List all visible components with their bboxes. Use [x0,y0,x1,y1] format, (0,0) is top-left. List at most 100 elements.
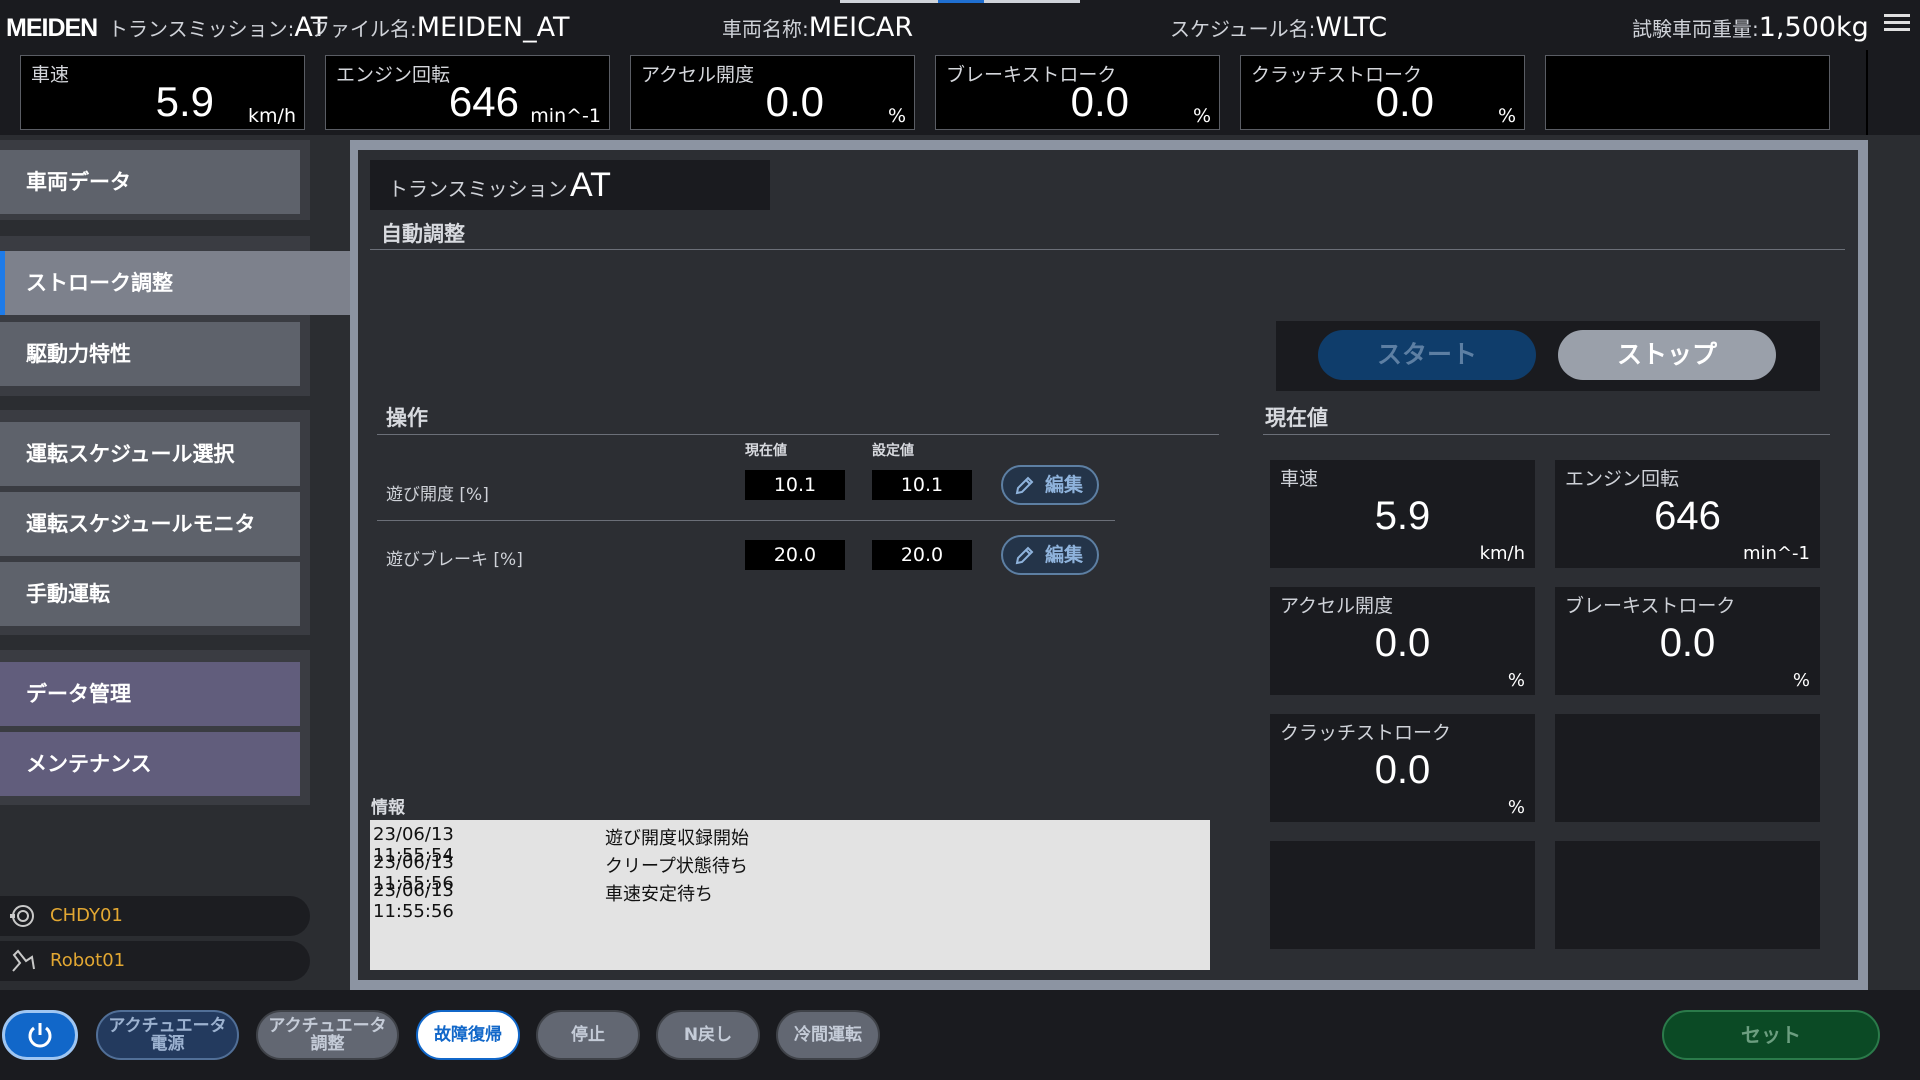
header-transmission: トランスミッション:AT [108,12,327,43]
device-chdy01[interactable]: CHDY01 [0,896,310,936]
tile-empty [1270,841,1535,949]
tile-label: ブレーキストローク [1565,595,1736,617]
header-file: ファイル名:MEIDEN_AT [310,12,569,43]
start-button[interactable]: スタート [1318,330,1536,380]
gauge-label: アクセル開度 [641,64,755,86]
tile-unit: % [1507,797,1525,818]
play-accel-set: 10.1 [872,470,972,500]
sidebar-item-vehicle-data[interactable]: 車両データ [0,150,300,214]
play-brake-label: 遊びブレーキ [%] [386,550,523,570]
tile-unit: % [1792,670,1810,691]
app-root: MEIDEN トランスミッション:AT ファイル名:MEIDEN_AT 車両名称… [0,0,1920,1080]
current-values-divider [1263,434,1830,435]
sidebar-item-drive-characteristics[interactable]: 駆動力特性 [0,322,300,386]
stop-button[interactable]: ストップ [1558,330,1776,380]
device-label: CHDY01 [50,905,123,926]
tile-label: エンジン回転 [1565,468,1680,490]
play-brake-set: 20.0 [872,540,972,570]
sidebar-item-manual-run[interactable]: 手動運転 [0,562,300,626]
gauge-accelerator: アクセル開度 0.0 % [630,55,915,130]
actuator-power-button[interactable]: アクチュエータ 電源 [96,1010,239,1060]
row-divider [377,520,1115,521]
device-label: Robot01 [50,950,126,971]
tile-unit: km/h [1479,543,1525,564]
play-brake-current: 20.0 [745,540,845,570]
tile-unit: min^-1 [1743,543,1810,564]
play-accel-edit-button[interactable]: 編集 [1001,465,1099,505]
header-accent-blue [938,0,984,3]
meiden-logo: MEIDEN [6,14,98,42]
tile-value: 0.0 [1374,748,1431,792]
sidebar-item-schedule-monitor[interactable]: 運転スケジュールモニタ [0,492,300,556]
gauge-unit: % [1497,105,1516,127]
operation-title: 操作 [386,406,428,430]
gauge-empty [1545,55,1830,130]
header-weight-value: 1,500kg [1758,12,1869,43]
play-brake-edit-button[interactable]: 編集 [1001,535,1099,575]
log-message: クリープ状態待ち [605,856,748,877]
transmission-label: トランスミッション [388,177,568,201]
transmission-value: AT [570,166,611,204]
gauge-brake-stroke: ブレーキストローク 0.0 % [935,55,1220,130]
header-vehicle-label: 車両名称: [722,17,809,41]
header-file-label: ファイル名: [310,17,417,41]
power-button[interactable] [2,1010,78,1060]
header-transmission-label: トランスミッション: [108,17,295,41]
pencil-icon [1015,476,1034,495]
gauge-unit: % [1192,105,1211,127]
tile-label: 車速 [1280,468,1319,490]
cold-run-button[interactable]: 冷間運転 [776,1010,880,1060]
log-message: 車速安定待ち [605,884,713,905]
operation-divider [377,434,1219,435]
gauge-unit: min^-1 [530,105,601,127]
tile-value: 5.9 [1374,494,1431,538]
transmission-box: トランスミッション AT [370,160,770,210]
tile-value: 0.0 [1374,621,1431,665]
auto-adjust-title: 自動調整 [381,222,465,246]
gauge-value: 646 [448,78,519,125]
fault-reset-button[interactable]: 故障復帰 [416,1010,520,1060]
gauge-value: 0.0 [765,78,824,125]
gauge-engine-rpm: エンジン回転 646 min^-1 [325,55,610,130]
tile-value: 0.0 [1659,621,1716,665]
header-schedule-label: スケジュール名: [1170,17,1316,41]
play-accel-current: 10.1 [745,470,845,500]
play-accel-label: 遊び開度 [%] [386,485,489,505]
device-robot01[interactable]: Robot01 [0,941,310,981]
sidebar-item-maintenance[interactable]: メンテナンス [0,732,300,796]
info-log[interactable]: 23/06/13 11:55:54 遊び開度収録開始 23/06/13 11:5… [370,820,1210,970]
header-weight-label: 試験車両重量: [1632,17,1759,41]
tile-empty [1555,841,1820,949]
edit-label: 編集 [1045,544,1084,566]
gauge-label: 車速 [31,64,70,86]
tile-empty [1555,714,1820,822]
robot-arm-icon [12,949,35,972]
tile-unit: % [1507,670,1525,691]
gauge-value: 0.0 [1070,78,1129,125]
sidebar-item-schedule-select[interactable]: 運転スケジュール選択 [0,422,300,486]
header-vehicle-value: MEICAR [808,12,914,43]
current-column-header: 現在値 [745,443,787,459]
log-timestamp: 23/06/13 11:55:56 [373,880,454,922]
current-values-title: 現在値 [1265,406,1328,430]
header-schedule-value: WLTC [1315,12,1388,43]
stop-run-button[interactable]: 停止 [536,1010,640,1060]
tile-engine-rpm: エンジン回転 646 min^-1 [1555,460,1820,568]
gauge-clutch-stroke: クラッチストローク 0.0 % [1240,55,1525,130]
sidebar-item-stroke-adjust[interactable]: ストローク調整 [0,251,350,315]
hamburger-menu-icon[interactable] [1884,10,1910,34]
gauge-strip-right [1866,50,1920,135]
info-title: 情報 [371,798,405,818]
set-column-header: 設定値 [872,443,914,459]
actuator-adjust-button[interactable]: アクチュエータ 調整 [256,1010,399,1060]
header-vehicle: 車両名称:MEICAR [722,12,913,43]
header-file-value: MEIDEN_AT [416,12,570,43]
gauge-unit: km/h [248,105,296,127]
sidebar-item-data-management[interactable]: データ管理 [0,662,300,726]
power-icon [28,1023,52,1048]
n-return-button[interactable]: N戻し [656,1010,760,1060]
tile-value: 646 [1654,494,1721,538]
header-schedule: スケジュール名:WLTC [1170,12,1387,43]
set-button[interactable]: セット [1662,1010,1880,1060]
dynamometer-icon [10,905,34,927]
